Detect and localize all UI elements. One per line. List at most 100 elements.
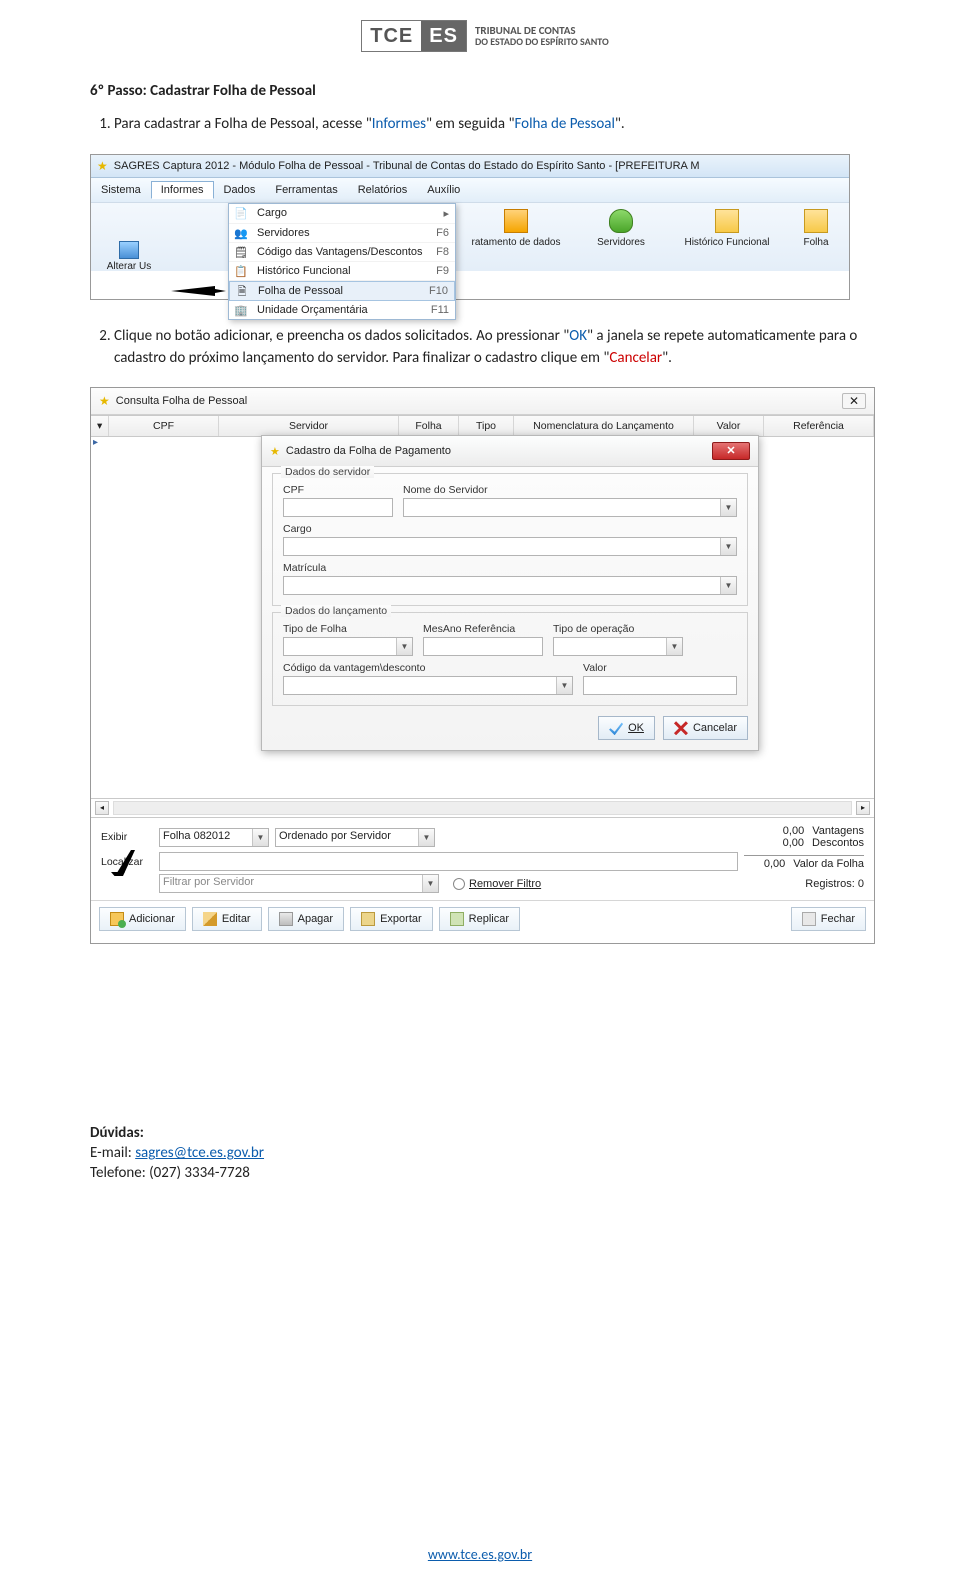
- valor-field[interactable]: [583, 676, 737, 695]
- col-tipo[interactable]: Tipo: [459, 416, 514, 436]
- label-cpf: CPF: [283, 484, 393, 496]
- folha-tool-icon: [804, 209, 828, 233]
- close-button[interactable]: ✕: [842, 393, 866, 409]
- toolbar-folha[interactable]: Folha: [791, 203, 841, 248]
- app-title-bar: ★ SAGRES Captura 2012 - Módulo Folha de …: [91, 155, 849, 178]
- label-tipo-folha: Tipo de Folha: [283, 623, 413, 635]
- localizar-field[interactable]: [159, 852, 738, 871]
- toolbar-historico[interactable]: Histórico Funcional: [667, 203, 787, 248]
- window-icon: ★: [99, 394, 110, 408]
- servidores-icon: 👥: [234, 227, 248, 241]
- dropdown-item-cargo[interactable]: 📄 Cargo▸: [229, 204, 455, 224]
- screenshot-consulta-folha: ★ Consulta Folha de Pessoal ✕ ▾ CPF Serv…: [90, 387, 875, 944]
- scroll-left-icon[interactable]: ◂: [95, 801, 109, 815]
- chevron-down-icon: ▼: [720, 499, 736, 516]
- fechar-button[interactable]: Fechar: [791, 907, 866, 931]
- grid-body: ▸ ★ Cadastro da Folha de Pagamento ✕ Dad…: [91, 437, 874, 799]
- people-icon: [609, 209, 633, 233]
- dropdown-item-codigos[interactable]: 🗒 Código das Vantagens/DescontosF8: [229, 243, 455, 262]
- menu-informes[interactable]: Informes: [151, 181, 214, 199]
- exportar-button[interactable]: Exportar: [350, 907, 433, 931]
- annotation-arrow: [171, 284, 226, 298]
- page-header-logo: TCE ES TRIBUNAL DE CONTAS DO ESTADO DO E…: [90, 20, 880, 52]
- duvidas-section: Dúvidas: E-mail: sagres@tce.es.gov.br Te…: [90, 1124, 880, 1182]
- replicar-button[interactable]: Replicar: [439, 907, 520, 931]
- bottom-filters: Exibir Folha 082012▼ Ordenado por Servid…: [91, 818, 874, 901]
- chevron-down-icon: ▼: [720, 577, 736, 594]
- ok-icon: [609, 721, 623, 735]
- editar-button[interactable]: Editar: [192, 907, 262, 931]
- col-cpf[interactable]: CPF: [109, 416, 219, 436]
- logo-text: TRIBUNAL DE CONTAS DO ESTADO DO ESPÍRITO…: [475, 25, 609, 47]
- col-nomenclatura[interactable]: Nomenclatura do Lançamento: [514, 416, 694, 436]
- col-servidor[interactable]: Servidor: [219, 416, 399, 436]
- cancel-button[interactable]: Cancelar: [663, 716, 748, 740]
- group-dados-servidor: Dados do servidor CPF Nome do Servidor ▼: [272, 473, 748, 606]
- tipo-folha-combo[interactable]: ▼: [283, 637, 413, 656]
- nome-servidor-combo[interactable]: ▼: [403, 498, 737, 517]
- ok-button[interactable]: OK: [598, 716, 655, 740]
- dialog-close-button[interactable]: ✕: [712, 442, 750, 460]
- delete-icon: [279, 912, 293, 926]
- menu-sistema[interactable]: Sistema: [91, 181, 151, 199]
- scroll-right-icon[interactable]: ▸: [856, 801, 870, 815]
- screenshot-informes-menu: ★ SAGRES Captura 2012 - Módulo Folha de …: [90, 154, 850, 300]
- adicionar-button[interactable]: Adicionar: [99, 907, 186, 931]
- totals-2: 0,00Valor da Folha: [744, 853, 864, 870]
- dialog-title: Cadastro da Folha de Pagamento: [286, 445, 451, 457]
- close-icon: [802, 912, 816, 926]
- menu-ferramentas[interactable]: Ferramentas: [265, 181, 347, 199]
- filtrar-combo[interactable]: Filtrar por Servidor▼: [159, 874, 439, 893]
- col-folha[interactable]: Folha: [399, 416, 459, 436]
- row-marker-icon: ▸: [93, 437, 98, 448]
- chevron-down-icon: ▼: [720, 538, 736, 555]
- cpf-field[interactable]: [283, 498, 393, 517]
- row-selector-header: ▾: [91, 416, 109, 436]
- apagar-button[interactable]: Apagar: [268, 907, 344, 931]
- dropdown-item-folha[interactable]: 🗎 Folha de PessoalF10: [229, 281, 455, 301]
- dropdown-item-historico[interactable]: 📋 Histórico FuncionalF9: [229, 262, 455, 281]
- remove-filter-icon: [453, 878, 465, 890]
- chevron-down-icon: ▼: [252, 829, 268, 846]
- consulta-title: Consulta Folha de Pessoal: [116, 395, 247, 407]
- codigo-vantagem-combo[interactable]: ▼: [283, 676, 573, 695]
- dropdown-item-unidade[interactable]: 🏢 Unidade OrçamentáriaF11: [229, 301, 455, 319]
- chevron-down-icon: ▼: [396, 638, 412, 655]
- step-2: Clique no botão adicionar, e preencha os…: [114, 326, 880, 370]
- label-valor: Valor: [583, 662, 737, 674]
- tipo-operacao-combo[interactable]: ▼: [553, 637, 683, 656]
- toolbar-tratamento[interactable]: ratamento de dados: [461, 203, 571, 248]
- menu-auxilio[interactable]: Auxílio: [417, 181, 470, 199]
- col-referencia[interactable]: Referência: [764, 416, 874, 436]
- cargo-combo[interactable]: ▼: [283, 537, 737, 556]
- cadastro-dialog: ★ Cadastro da Folha de Pagamento ✕ Dados…: [261, 435, 759, 751]
- menu-dados[interactable]: Dados: [214, 181, 266, 199]
- chevron-down-icon: ▼: [422, 875, 438, 892]
- label-codigo-vantagem: Código da vantagem\desconto: [283, 662, 573, 674]
- chevron-down-icon: ▼: [666, 638, 682, 655]
- export-icon: [361, 912, 375, 926]
- orden-combo[interactable]: Ordenado por Servidor▼: [275, 828, 435, 847]
- remover-filtro-link[interactable]: Remover Filtro: [453, 878, 541, 890]
- dialog-titlebar: ★ Cadastro da Folha de Pagamento ✕: [262, 436, 758, 467]
- toolbar-servidores[interactable]: Servidores: [581, 203, 661, 248]
- dialog-icon: ★: [270, 445, 280, 458]
- action-toolbar: Adicionar Editar Apagar Exportar Replica…: [91, 901, 874, 937]
- menu-relatorios[interactable]: Relatórios: [348, 181, 418, 199]
- logo-mark: TCE ES: [361, 20, 467, 52]
- dropdown-item-servidores[interactable]: 👥 ServidoresF6: [229, 224, 455, 243]
- label-exibir: Exibir: [101, 831, 153, 843]
- chevron-down-icon: ▼: [418, 829, 434, 846]
- exibir-combo[interactable]: Folha 082012▼: [159, 828, 269, 847]
- email-link[interactable]: sagres@tce.es.gov.br: [135, 1144, 264, 1162]
- col-valor[interactable]: Valor: [694, 416, 764, 436]
- horizontal-scrollbar[interactable]: ◂ ▸: [91, 799, 874, 818]
- footer-link[interactable]: www.tce.es.gov.br: [0, 1546, 960, 1563]
- label-localizar: Localizar: [101, 856, 153, 868]
- label-nome-servidor: Nome do Servidor: [403, 484, 737, 496]
- toolbar-alterar[interactable]: Alterar Us: [103, 241, 155, 272]
- mesano-field[interactable]: [423, 637, 543, 656]
- group-dados-lancamento: Dados do lançamento Tipo de Folha ▼ MesA…: [272, 612, 748, 706]
- chevron-down-icon: ▼: [556, 677, 572, 694]
- matricula-combo[interactable]: ▼: [283, 576, 737, 595]
